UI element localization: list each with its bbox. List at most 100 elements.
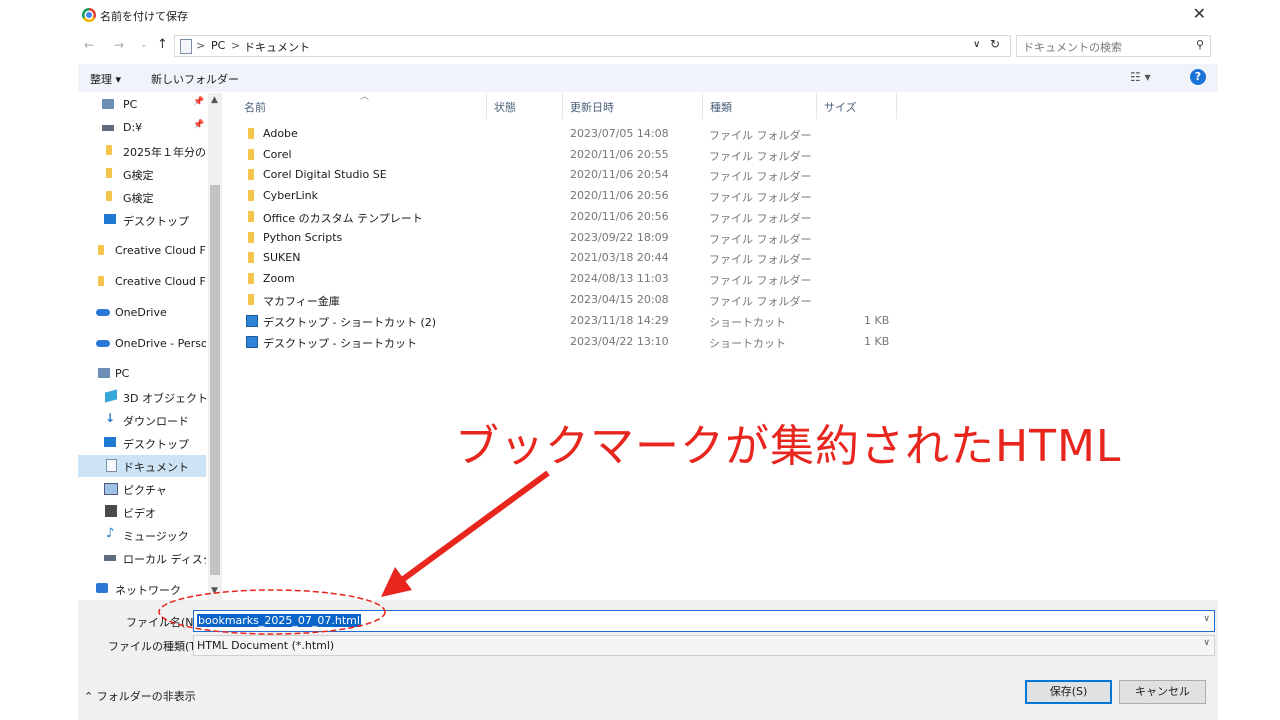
filename-input[interactable]: bookmarks_2025_07_07.html ∨ <box>193 610 1215 632</box>
video-icon <box>105 505 117 517</box>
column-header-type[interactable]: 種類 <box>710 99 732 115</box>
refresh-icon[interactable]: ↻ <box>990 37 1006 53</box>
file-row[interactable]: Corel 2020/11/06 20:55 ファイル フォルダー <box>224 145 924 166</box>
file-date: 2023/04/22 13:10 <box>570 335 669 348</box>
scroll-down-icon[interactable]: ▼ <box>211 586 218 596</box>
chevron-down-icon[interactable]: ∨ <box>1203 614 1210 624</box>
scroll-up-icon[interactable]: ▲ <box>211 95 218 105</box>
folder-icon <box>248 273 254 284</box>
file-row[interactable]: Adobe 2023/07/05 14:08 ファイル フォルダー <box>224 124 924 145</box>
file-row[interactable]: マカフィー金庫 2023/04/15 20:08 ファイル フォルダー <box>224 290 924 311</box>
forward-arrow-icon[interactable]: → <box>114 38 124 52</box>
sidebar-item-documents[interactable]: ドキュメント <box>78 455 206 477</box>
column-header-name[interactable]: 名前 <box>244 99 266 115</box>
save-as-dialog: 名前を付けて保存 ✕ ← → ⌄ ↑ > PC > ドキュメント ∨ ↻ ドキュ… <box>78 0 1218 720</box>
chevron-down-icon[interactable]: ∨ <box>1203 638 1210 648</box>
folder-icon <box>248 232 254 243</box>
file-row[interactable]: Python Scripts 2023/09/22 18:09 ファイル フォル… <box>224 228 924 249</box>
sidebar-item-downloads[interactable]: ↓ ダウンロード <box>78 409 206 431</box>
file-row[interactable]: Office のカスタム テンプレート 2020/11/06 20:56 ファイ… <box>224 207 924 228</box>
cloud-icon <box>96 309 110 316</box>
cancel-button[interactable]: キャンセル <box>1119 680 1206 704</box>
search-icon[interactable]: ⚲ <box>1196 38 1204 51</box>
sidebar-item-folder-g1[interactable]: G検定 <box>78 163 206 185</box>
pin-icon[interactable]: 📌 <box>193 97 204 107</box>
column-divider[interactable] <box>896 93 897 119</box>
pin-icon[interactable]: 📌 <box>193 120 204 130</box>
sidebar-item-label: Creative Cloud File <box>115 244 206 257</box>
file-row[interactable]: Zoom 2024/08/13 11:03 ファイル フォルダー <box>224 269 924 290</box>
sidebar-item-creative-cloud-1[interactable]: Creative Cloud File <box>78 240 206 262</box>
filetype-select[interactable]: HTML Document (*.html) ∨ <box>193 635 1215 656</box>
column-header-status[interactable]: 状態 <box>494 99 516 115</box>
sidebar-item-videos[interactable]: ビデオ <box>78 501 206 523</box>
breadcrumb-documents[interactable]: ドキュメント <box>244 39 310 55</box>
command-toolbar: 整理 ▾ 新しいフォルダー ☷ ▾ ? <box>78 64 1218 92</box>
save-button[interactable]: 保存(S) <box>1025 680 1112 704</box>
sidebar-item-onedrive-personal[interactable]: OneDrive - Person <box>78 333 206 355</box>
sidebar-item-3d-objects[interactable]: 3D オブジェクト <box>78 386 206 408</box>
sidebar-item-pictures[interactable]: ピクチャ <box>78 478 206 500</box>
file-type: ショートカット <box>709 337 786 350</box>
address-bar[interactable]: > PC > ドキュメント ∨ <box>174 35 1011 57</box>
sidebar-scroll-thumb[interactable] <box>210 185 220 575</box>
sidebar-item-label: ミュージック <box>123 530 189 543</box>
folder-icon <box>248 149 254 160</box>
sidebar-item-pc[interactable]: PC <box>78 363 206 385</box>
sidebar-item-desktop[interactable]: デスクトップ <box>78 432 206 454</box>
sidebar-item-folder-2025[interactable]: 2025年１年分の紀 <box>78 140 206 162</box>
folder-icon <box>98 276 104 286</box>
breadcrumb-pc[interactable]: PC <box>211 39 225 52</box>
up-arrow-icon[interactable]: ↑ <box>157 37 168 52</box>
pc-icon <box>102 99 114 109</box>
sidebar-item-drive-d[interactable]: D:¥ 📌 <box>78 117 206 139</box>
file-name: Zoom <box>263 272 295 285</box>
column-header-modified[interactable]: 更新日時 <box>570 99 614 115</box>
file-row[interactable]: デスクトップ - ショートカット (2) 2023/11/18 14:29 ショ… <box>224 311 924 332</box>
sidebar-item-local-disk[interactable]: ローカル ディスク (C <box>78 547 206 569</box>
music-icon: ♪ <box>106 526 115 541</box>
sidebar-item-onedrive[interactable]: OneDrive <box>78 302 206 324</box>
local-disk-icon <box>104 555 116 561</box>
file-name: SUKEN <box>263 251 301 264</box>
column-divider[interactable] <box>816 93 817 119</box>
sidebar-item-desktop-quick[interactable]: デスクトップ <box>78 209 206 231</box>
new-folder-button[interactable]: 新しいフォルダー <box>151 71 239 87</box>
sidebar-item-folder-g2[interactable]: G検定 <box>78 186 206 208</box>
pictures-icon <box>104 483 118 495</box>
recent-locations-chevron-icon[interactable]: ⌄ <box>140 40 148 50</box>
view-options-icon[interactable]: ☷ ▾ <box>1130 70 1151 84</box>
save-options-panel: ファイル名(N): bookmarks_2025_07_07.html ∨ ファ… <box>78 600 1218 720</box>
organize-menu-button[interactable]: 整理 ▾ <box>90 71 121 87</box>
file-date: 2024/08/13 11:03 <box>570 272 669 285</box>
network-icon <box>96 583 108 593</box>
file-type: ファイル フォルダー <box>709 129 812 142</box>
file-type: ファイル フォルダー <box>709 233 812 246</box>
sidebar-item-creative-cloud-2[interactable]: Creative Cloud File <box>78 271 206 293</box>
file-name: Adobe <box>263 127 298 140</box>
pc-icon <box>98 368 110 378</box>
file-row[interactable]: Corel Digital Studio SE 2020/11/06 20:54… <box>224 165 924 186</box>
column-divider[interactable] <box>562 93 563 119</box>
shortcut-icon <box>246 336 258 348</box>
sidebar-item-network[interactable]: ネットワーク <box>78 578 206 600</box>
help-icon[interactable]: ? <box>1190 69 1206 85</box>
hide-folders-toggle[interactable]: ⌃ フォルダーの非表示 <box>84 688 196 704</box>
back-arrow-icon[interactable]: ← <box>84 38 94 52</box>
column-divider[interactable] <box>486 93 487 119</box>
sidebar-item-pc-quick[interactable]: PC 📌 <box>78 94 206 116</box>
file-size: 1 KB <box>864 314 890 327</box>
column-divider[interactable] <box>702 93 703 119</box>
file-row[interactable]: CyberLink 2020/11/06 20:56 ファイル フォルダー <box>224 186 924 207</box>
column-header-size[interactable]: サイズ <box>824 99 857 115</box>
folder-icon <box>106 168 112 178</box>
file-row[interactable]: SUKEN 2021/03/18 20:44 ファイル フォルダー <box>224 248 924 269</box>
search-box[interactable]: ドキュメントの検索 ⚲ <box>1016 35 1211 57</box>
file-row[interactable]: デスクトップ - ショートカット 2023/04/22 13:10 ショートカッ… <box>224 332 924 353</box>
sidebar-item-music[interactable]: ♪ ミュージック <box>78 524 206 546</box>
address-dropdown-icon[interactable]: ∨ <box>973 39 980 50</box>
folder-icon <box>98 245 104 255</box>
breadcrumb-separator: > <box>196 39 206 52</box>
documents-location-icon <box>180 39 192 54</box>
close-icon[interactable]: ✕ <box>1193 4 1206 23</box>
